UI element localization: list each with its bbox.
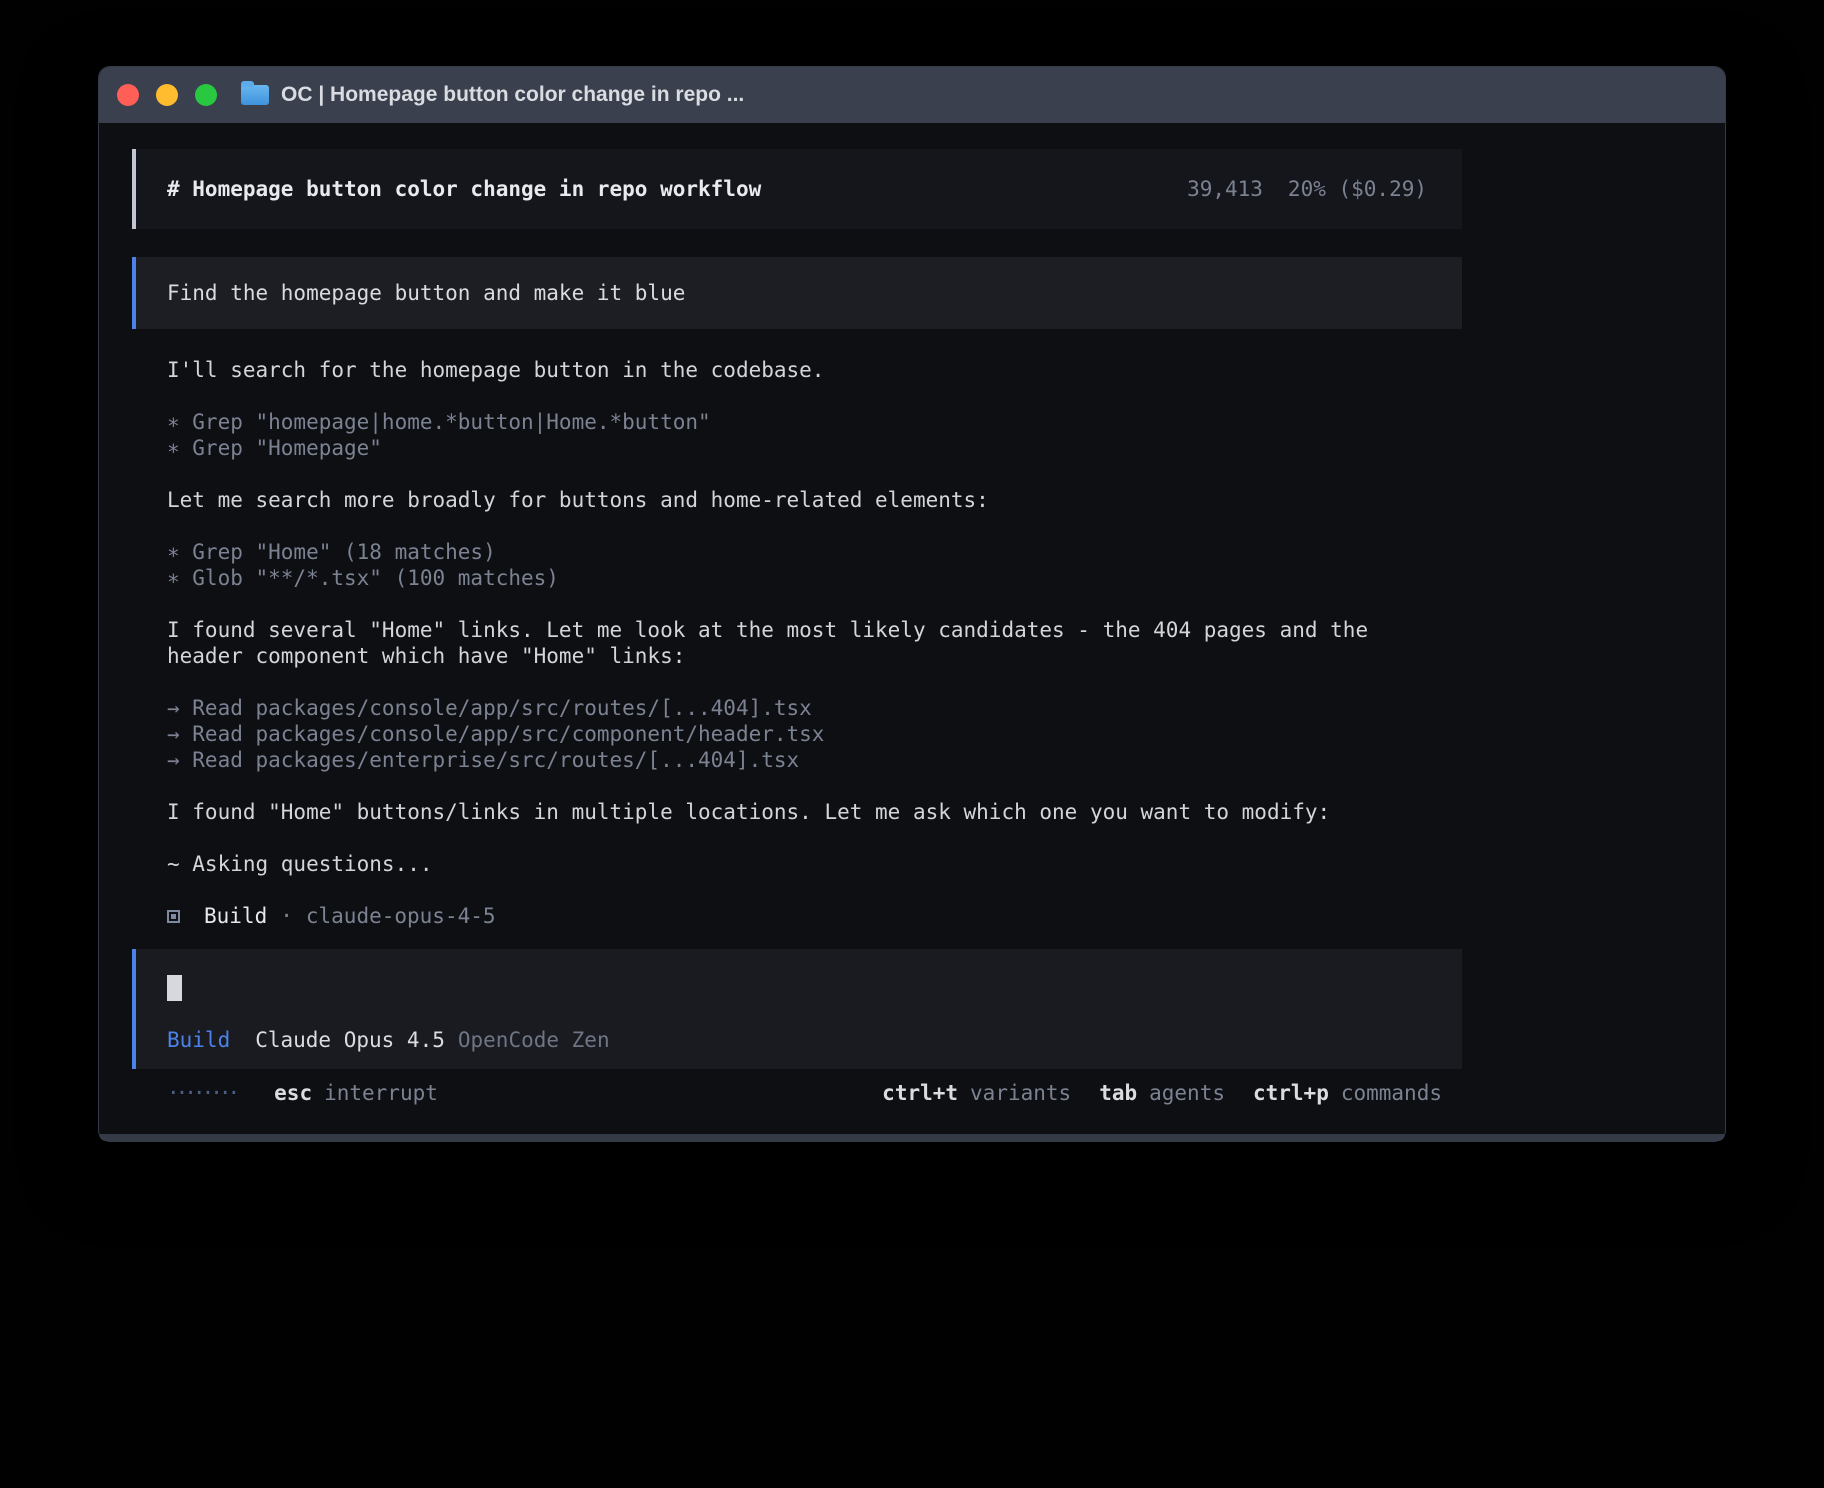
shortcut-label: commands: [1341, 1080, 1442, 1106]
tool-call-read: → Read packages/console/app/src/componen…: [167, 721, 1427, 747]
close-button[interactable]: [117, 84, 139, 106]
input-status-bar: Build Claude Opus 4.5 OpenCode Zen: [167, 1027, 1427, 1053]
footer-left: ········ esc interrupt: [167, 1080, 438, 1106]
footer-shortcuts: ctrl+t variants tab agents ctrl+p comman…: [882, 1080, 1442, 1106]
esc-key-hint: esc: [274, 1080, 312, 1106]
traffic-lights: [117, 84, 217, 106]
agent-status-row: Build · claude-opus-4-5: [167, 903, 1427, 929]
shortcut-commands: ctrl+p commands: [1253, 1080, 1442, 1106]
asking-status: ~ Asking questions...: [167, 851, 1427, 877]
shortcut-key: ctrl+p: [1253, 1080, 1329, 1106]
assistant-text: I'll search for the homepage button in t…: [167, 357, 1427, 383]
tool-call-grep: ∗ Grep "homepage|home.*button|Home.*butt…: [167, 409, 1427, 435]
titlebar: OC | Homepage button color change in rep…: [99, 67, 1725, 123]
mode-badge[interactable]: Build: [167, 1027, 230, 1053]
token-count: 39,413: [1187, 176, 1263, 202]
shortcut-key: ctrl+t: [882, 1080, 958, 1106]
model-name[interactable]: Claude Opus 4.5: [255, 1027, 445, 1053]
user-message-text: Find the homepage button and make it blu…: [167, 280, 685, 306]
session-content: # Homepage button color change in repo w…: [132, 123, 1462, 1106]
agent-icon: [167, 910, 180, 923]
assistant-text: I found "Home" buttons/links in multiple…: [167, 799, 1427, 825]
agent-model: claude-opus-4-5: [306, 903, 496, 929]
shortcut-key: tab: [1099, 1080, 1137, 1106]
assistant-text: I found several "Home" links. Let me loo…: [167, 617, 1427, 669]
status-footer: ········ esc interrupt ctrl+t variants t…: [132, 1080, 1462, 1106]
tool-call-read: → Read packages/enterprise/src/routes/[.…: [167, 747, 1427, 773]
assistant-transcript: I'll search for the homepage button in t…: [132, 357, 1462, 929]
tool-call-glob: ∗ Glob "**/*.tsx" (100 matches): [167, 565, 1427, 591]
shortcut-variants: ctrl+t variants: [882, 1080, 1071, 1106]
context-cost: 20% ($0.29): [1288, 176, 1427, 202]
terminal-window: OC | Homepage button color change in rep…: [98, 66, 1726, 1142]
esc-key-label: interrupt: [324, 1080, 438, 1106]
folder-icon: [241, 85, 269, 105]
session-title: # Homepage button color change in repo w…: [167, 176, 761, 202]
shortcut-label: variants: [970, 1080, 1071, 1106]
prompt-input[interactable]: Build Claude Opus 4.5 OpenCode Zen: [132, 949, 1462, 1069]
window-title: OC | Homepage button color change in rep…: [281, 83, 744, 107]
spinner-icon: ········: [167, 1080, 236, 1106]
shortcut-agents: tab agents: [1099, 1080, 1225, 1106]
session-stats: 39,413 20% ($0.29): [1187, 176, 1427, 202]
tool-call-read: → Read packages/console/app/src/routes/[…: [167, 695, 1427, 721]
zoom-button[interactable]: [195, 84, 217, 106]
text-cursor: [167, 975, 182, 1001]
agent-name: Build: [204, 903, 267, 929]
provider-name: OpenCode Zen: [458, 1027, 610, 1053]
shortcut-label: agents: [1149, 1080, 1225, 1106]
agent-separator: ·: [280, 903, 293, 929]
session-header: # Homepage button color change in repo w…: [132, 149, 1462, 229]
tool-call-grep: ∗ Grep "Home" (18 matches): [167, 539, 1427, 565]
tool-call-grep: ∗ Grep "Homepage": [167, 435, 1427, 461]
assistant-text: Let me search more broadly for buttons a…: [167, 487, 1427, 513]
minimize-button[interactable]: [156, 84, 178, 106]
user-message: Find the homepage button and make it blu…: [132, 257, 1462, 329]
